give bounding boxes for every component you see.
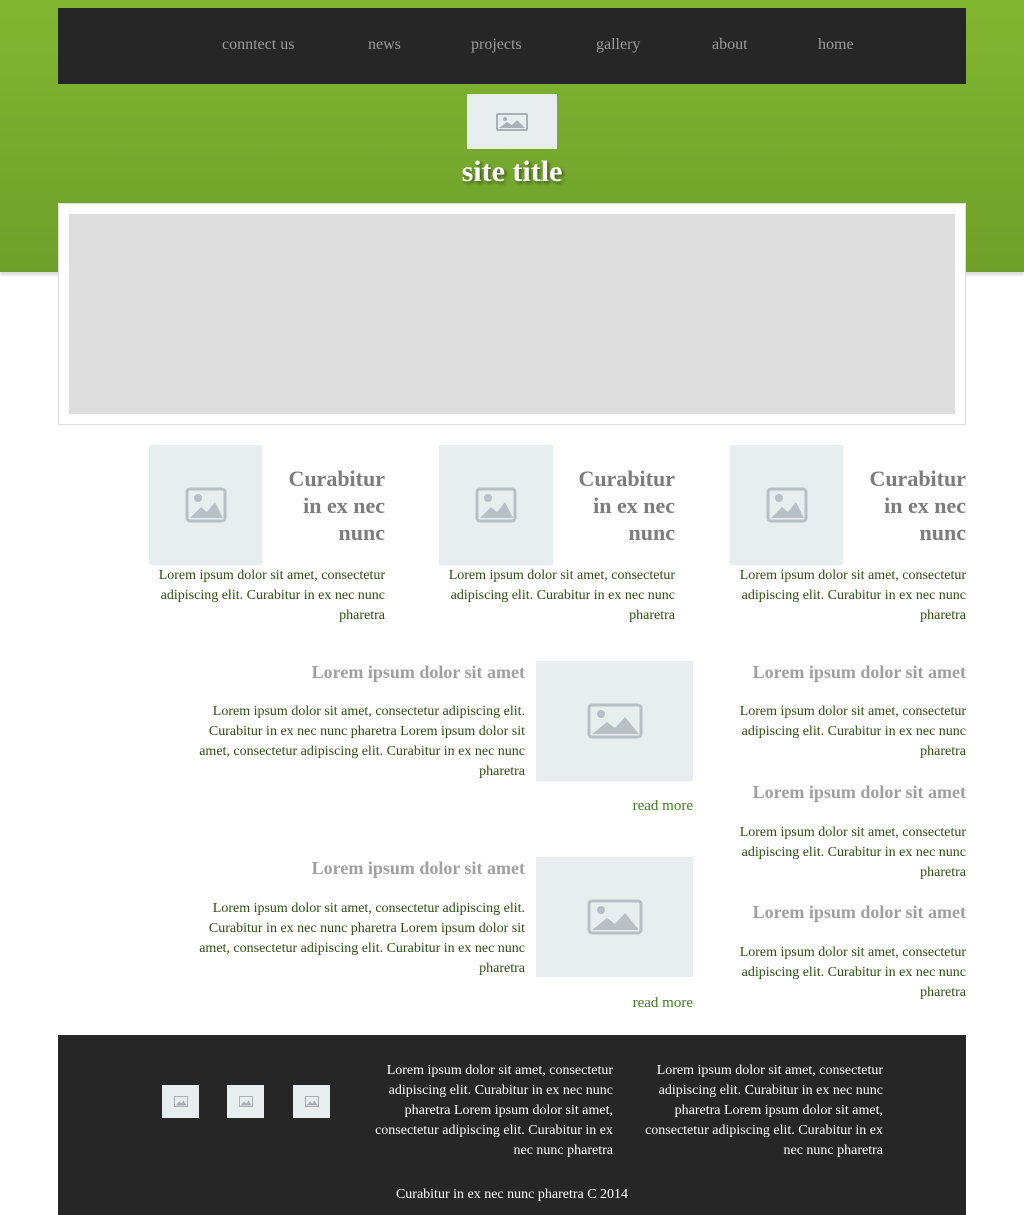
nav-item-gallery[interactable]: gallery — [596, 36, 640, 54]
nav-item-news[interactable]: news — [368, 36, 401, 54]
sidebar-title[interactable]: Lorem ipsum dolor sit amet — [716, 781, 966, 803]
social-link[interactable] — [293, 1085, 330, 1118]
post-title[interactable]: Lorem ipsum dolor sit amet — [275, 661, 525, 683]
feature-title: Curabitur in ex nec nunc — [288, 466, 385, 545]
image-placeholder-icon — [587, 703, 642, 739]
image-placeholder-icon — [475, 487, 517, 523]
feature-title: Curabitur in ex nec nunc — [869, 466, 966, 545]
footer-text-column: Lorem ipsum dolor sit amet, consectetur … — [645, 1063, 883, 1158]
sidebar-text: Lorem ipsum dolor sit amet, consectetur … — [739, 945, 966, 1000]
site-logo[interactable] — [467, 94, 557, 149]
image-placeholder-icon — [496, 112, 528, 131]
footer-text-column: Lorem ipsum dolor sit amet, consectetur … — [375, 1063, 613, 1158]
feature-title: Curabitur in ex nec nunc — [578, 466, 675, 545]
post-text: Lorem ipsum dolor sit amet, consectetur … — [199, 901, 525, 976]
post-text: Lorem ipsum dolor sit amet, consectetur … — [199, 704, 525, 779]
read-more-link[interactable]: read more — [593, 995, 693, 1012]
banner-image-placeholder — [69, 214, 955, 414]
image-placeholder-icon — [173, 1096, 188, 1107]
image-placeholder-icon — [766, 487, 807, 523]
image-placeholder-icon — [185, 487, 226, 523]
site-title: site title — [461, 155, 563, 188]
feature-thumbnail[interactable] — [149, 445, 262, 565]
feature-thumbnail[interactable] — [439, 445, 553, 565]
feature-thumbnail[interactable] — [730, 445, 843, 565]
nav-item-about[interactable]: about — [712, 36, 748, 54]
sidebar-text: Lorem ipsum dolor sit amet, consectetur … — [739, 825, 966, 880]
nav-item-contact[interactable]: conntect us — [222, 36, 294, 54]
feature-text: Lorem ipsum dolor sit amet, consectetur … — [158, 568, 385, 623]
image-placeholder-icon — [304, 1096, 319, 1107]
image-placeholder-icon — [238, 1096, 253, 1107]
post-title[interactable]: Lorem ipsum dolor sit amet — [275, 857, 525, 879]
nav-item-projects[interactable]: projects — [471, 36, 522, 54]
sidebar-text: Lorem ipsum dolor sit amet, consectetur … — [739, 704, 966, 759]
social-link[interactable] — [162, 1085, 199, 1118]
nav-item-home[interactable]: home — [818, 36, 854, 54]
social-link[interactable] — [227, 1085, 264, 1118]
feature-text: Lorem ipsum dolor sit amet, consectetur … — [739, 568, 966, 623]
sidebar-title[interactable]: Lorem ipsum dolor sit amet — [716, 901, 966, 923]
top-navbar: conntect us news projects gallery about … — [58, 8, 966, 84]
post-thumbnail[interactable] — [536, 857, 693, 977]
site-footer: Lorem ipsum dolor sit amet, consectetur … — [58, 1035, 966, 1215]
feature-text: Lorem ipsum dolor sit amet, consectetur … — [448, 568, 675, 623]
hero-banner — [58, 203, 966, 425]
image-placeholder-icon — [587, 899, 642, 935]
sidebar-title[interactable]: Lorem ipsum dolor sit amet — [716, 661, 966, 683]
post-thumbnail[interactable] — [536, 661, 693, 781]
copyright-text: Curabitur in ex nec nunc pharetra C 2014 — [395, 1187, 629, 1202]
read-more-link[interactable]: read more — [593, 798, 693, 815]
